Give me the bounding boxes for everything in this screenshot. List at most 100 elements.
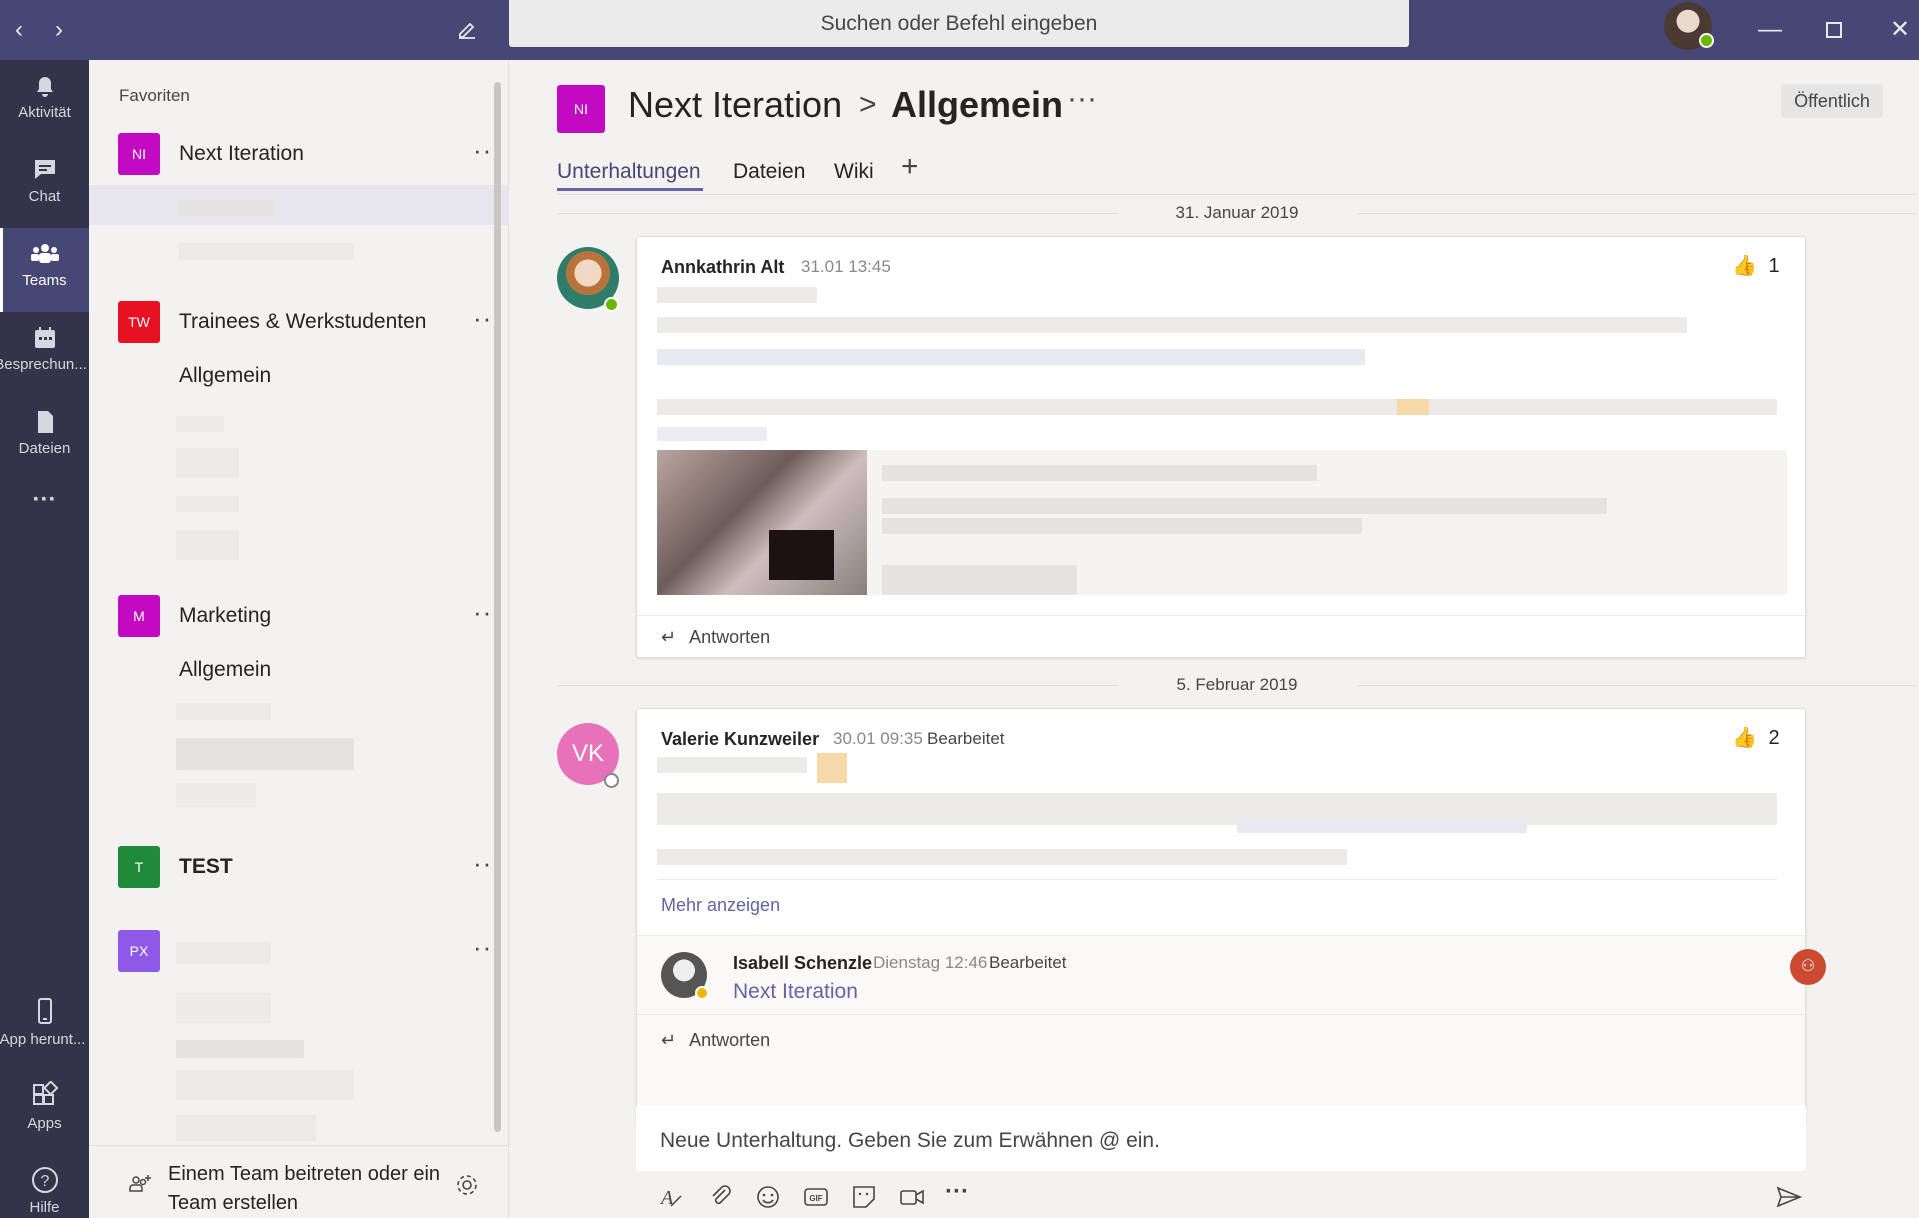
like-button[interactable]: 👍 2 xyxy=(1732,725,1780,750)
team-next-iteration[interactable]: NI Next Iteration ··· xyxy=(118,133,501,177)
file-icon xyxy=(37,411,53,433)
rail-apps[interactable]: Apps xyxy=(0,1069,89,1153)
redacted-channel[interactable] xyxy=(176,703,271,720)
thumbs-up-icon: 👍 xyxy=(1732,727,1757,749)
team-avatar: PX xyxy=(118,930,160,972)
compose-icon[interactable] xyxy=(452,0,482,65)
link-preview[interactable] xyxy=(657,450,1787,595)
new-conversation-input[interactable]: Neue Unterhaltung. Geben Sie zum Erwähne… xyxy=(636,1105,1806,1171)
redacted-channel[interactable] xyxy=(176,738,354,770)
join-or-create-team[interactable]: Einem Team beitreten oder ein Team erste… xyxy=(89,1145,509,1218)
message-author[interactable]: Valerie Kunzweiler xyxy=(661,729,819,750)
apps-icon xyxy=(32,1081,58,1105)
presence-online-icon xyxy=(1699,33,1714,48)
tab-files[interactable]: Dateien xyxy=(733,160,805,184)
search-input[interactable]: Suchen oder Befehl eingeben xyxy=(509,0,1409,47)
redacted-text xyxy=(882,565,1077,595)
presence-offline-icon xyxy=(604,773,619,788)
selected-channel-highlight[interactable] xyxy=(89,185,509,225)
tab-wiki[interactable]: Wiki xyxy=(834,160,874,184)
tab-conversations[interactable]: Unterhaltungen xyxy=(557,160,701,184)
redacted-channel[interactable] xyxy=(179,200,274,216)
team-name: Next Iteration xyxy=(179,142,304,165)
redacted-text xyxy=(657,849,1347,865)
redacted-team-name xyxy=(176,942,271,964)
rail-download-app[interactable]: App herunt... xyxy=(0,985,89,1069)
reply-button[interactable]: ↵ Antworten xyxy=(661,1030,770,1051)
team-notification-icon[interactable]: ⚇ xyxy=(1790,949,1826,985)
scrollbar[interactable] xyxy=(494,82,501,1132)
redacted-channel[interactable] xyxy=(179,243,354,260)
rail-teams[interactable]: Teams xyxy=(0,228,89,312)
redacted-channel[interactable] xyxy=(176,1070,354,1100)
tabs-divider xyxy=(557,194,1917,195)
format-icon[interactable]: A xyxy=(657,1182,687,1212)
team-mention[interactable]: Next Iteration xyxy=(733,980,858,1004)
card-divider xyxy=(637,1014,1805,1015)
svg-text:GIF: GIF xyxy=(809,1194,822,1203)
join-team-label: Einem Team beitreten oder ein Team erste… xyxy=(168,1163,441,1214)
redacted-text xyxy=(657,757,807,773)
redacted-text xyxy=(657,287,817,303)
redacted-channel[interactable] xyxy=(176,448,239,478)
rail-label: Aktivität xyxy=(18,104,71,121)
edited-label: Bearbeitet xyxy=(927,729,1005,748)
team-avatar: T xyxy=(118,846,160,888)
sticker-icon[interactable] xyxy=(849,1182,879,1212)
redacted-channel[interactable] xyxy=(176,1115,316,1141)
reply-thread: Isabell Schenzle Dienstag 12:46 Bearbeit… xyxy=(637,935,1805,1126)
message-author[interactable]: Annkathrin Alt xyxy=(661,257,784,278)
team-title[interactable]: Next Iteration xyxy=(628,84,842,126)
redacted-text xyxy=(657,317,1687,333)
more-options-icon[interactable]: ··· xyxy=(1067,82,1097,116)
rail-activity[interactable]: Aktivität xyxy=(0,60,89,144)
redacted-channel[interactable] xyxy=(176,993,271,1023)
show-more-link[interactable]: Mehr anzeigen xyxy=(661,895,780,916)
team-px[interactable]: PX ··· xyxy=(118,930,501,974)
like-button[interactable]: 👍 1 xyxy=(1732,253,1780,278)
chevron-right-icon: > xyxy=(859,88,877,121)
gear-icon[interactable] xyxy=(454,1172,480,1198)
gif-icon[interactable]: GIF xyxy=(801,1182,831,1212)
preview-image xyxy=(657,450,867,595)
maximize-icon[interactable] xyxy=(1814,0,1854,61)
redacted-text xyxy=(657,427,767,441)
redacted-text xyxy=(882,518,1362,534)
rail-more[interactable]: ··· xyxy=(0,480,89,530)
send-icon[interactable] xyxy=(1774,1182,1804,1212)
close-icon[interactable]: ✕ xyxy=(1880,0,1919,60)
redacted-channel[interactable] xyxy=(176,530,239,560)
attach-icon[interactable] xyxy=(705,1182,735,1212)
redacted-channel[interactable] xyxy=(176,416,224,432)
date-separator: 5. Februar 2019 xyxy=(557,675,1917,695)
join-team-icon xyxy=(129,1175,151,1192)
rail-label: Chat xyxy=(28,188,61,205)
redacted-channel[interactable] xyxy=(176,783,256,807)
rail-chat[interactable]: Chat xyxy=(0,144,89,228)
message-card: Valerie Kunzweiler 30.01 09:35 Bearbeite… xyxy=(636,708,1806,1126)
chevron-right-icon[interactable]: › xyxy=(44,0,74,60)
title-bar: ‹ › Suchen oder Befehl eingeben — ✕ xyxy=(0,0,1919,60)
emoji-icon[interactable] xyxy=(753,1182,783,1212)
redacted-channel[interactable] xyxy=(176,1040,304,1058)
more-icon[interactable]: ··· xyxy=(945,1178,975,1208)
redacted-channel[interactable] xyxy=(176,496,239,512)
redacted-emoji xyxy=(1397,399,1429,415)
rail-meetings[interactable]: Besprechun... xyxy=(0,312,89,396)
channel-allgemein[interactable]: Allgemein xyxy=(179,658,271,682)
channel-allgemein[interactable]: Allgemein xyxy=(179,364,271,388)
team-test[interactable]: T TEST ··· xyxy=(118,846,501,890)
chevron-left-icon[interactable]: ‹ xyxy=(4,0,34,60)
redacted-link xyxy=(1237,821,1527,833)
meet-now-icon[interactable] xyxy=(897,1182,927,1212)
team-marketing[interactable]: M Marketing ··· xyxy=(118,595,501,639)
reply-author[interactable]: Isabell Schenzle xyxy=(733,953,872,974)
bell-icon xyxy=(36,77,53,97)
add-tab-icon[interactable]: + xyxy=(901,150,919,184)
team-trainees[interactable]: TW Trainees & Werkstudenten ··· xyxy=(118,301,501,345)
rail-files[interactable]: Dateien xyxy=(0,396,89,480)
visibility-badge: Öffentlich xyxy=(1781,84,1883,118)
reply-button[interactable]: ↵ Antworten xyxy=(661,627,770,648)
rail-help[interactable]: ? Hilfe xyxy=(0,1153,89,1218)
minimize-icon[interactable]: — xyxy=(1750,0,1790,60)
